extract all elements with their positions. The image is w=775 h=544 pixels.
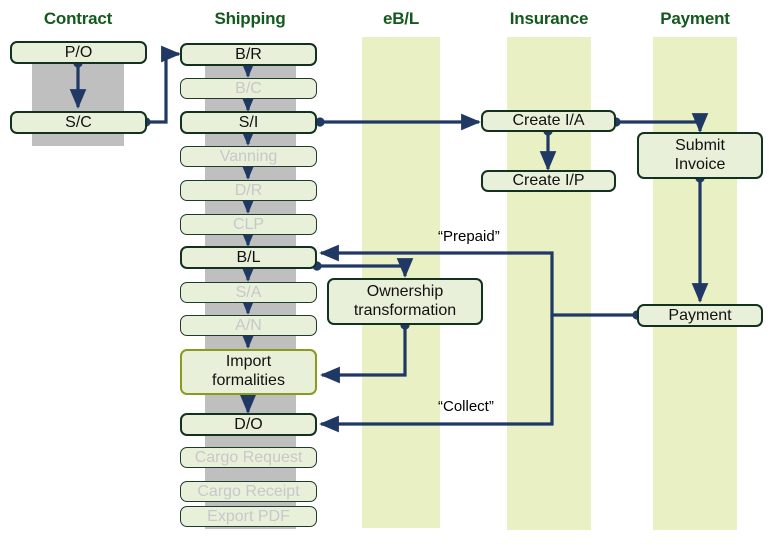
node-sc[interactable]: S/C — [10, 111, 147, 134]
node-cargo-receipt[interactable]: Cargo Receipt — [180, 481, 317, 502]
node-br[interactable]: B/R — [180, 43, 317, 66]
diagram-vector-layer — [32, 37, 737, 530]
band-payment — [653, 37, 737, 530]
node-import-formalities[interactable]: Import formalities — [180, 349, 317, 395]
node-export-pdf[interactable]: Export PDF — [180, 506, 317, 527]
node-bl[interactable]: B/L — [180, 246, 317, 269]
column-header-contract: Contract — [43, 9, 113, 28]
edge-sc-br — [146, 45, 181, 124]
node-sa[interactable]: S/A — [180, 282, 317, 303]
node-si[interactable]: S/I — [180, 111, 317, 134]
column-header-insurance: Insurance — [509, 9, 589, 28]
node-submit-invoice[interactable]: Submit Invoice — [637, 132, 763, 179]
node-create-ia[interactable]: Create I/A — [481, 110, 616, 132]
node-dr[interactable]: D/R — [180, 180, 317, 201]
node-create-ip[interactable]: Create I/P — [481, 170, 616, 192]
edge-label-collect: “Collect” — [438, 398, 494, 415]
column-header-payment: Payment — [660, 9, 730, 28]
column-header-shipping: Shipping — [214, 9, 286, 28]
node-ownership-transformation[interactable]: Ownership transformation — [327, 278, 483, 325]
edge-label-prepaid: “Prepaid” — [438, 228, 500, 245]
node-po[interactable]: P/O — [10, 41, 147, 64]
diagram-canvas: Contract Shipping eB/L Insurance Payment… — [0, 0, 775, 544]
node-payment[interactable]: Payment — [637, 304, 763, 327]
node-vanning[interactable]: Vanning — [180, 146, 317, 167]
node-clp[interactable]: CLP — [180, 214, 317, 235]
column-header-ebl: eB/L — [382, 9, 420, 28]
node-cargo-request[interactable]: Cargo Request — [180, 447, 317, 468]
node-bc[interactable]: B/C — [180, 78, 317, 99]
node-do[interactable]: D/O — [180, 413, 317, 436]
node-an[interactable]: A/N — [180, 315, 317, 336]
